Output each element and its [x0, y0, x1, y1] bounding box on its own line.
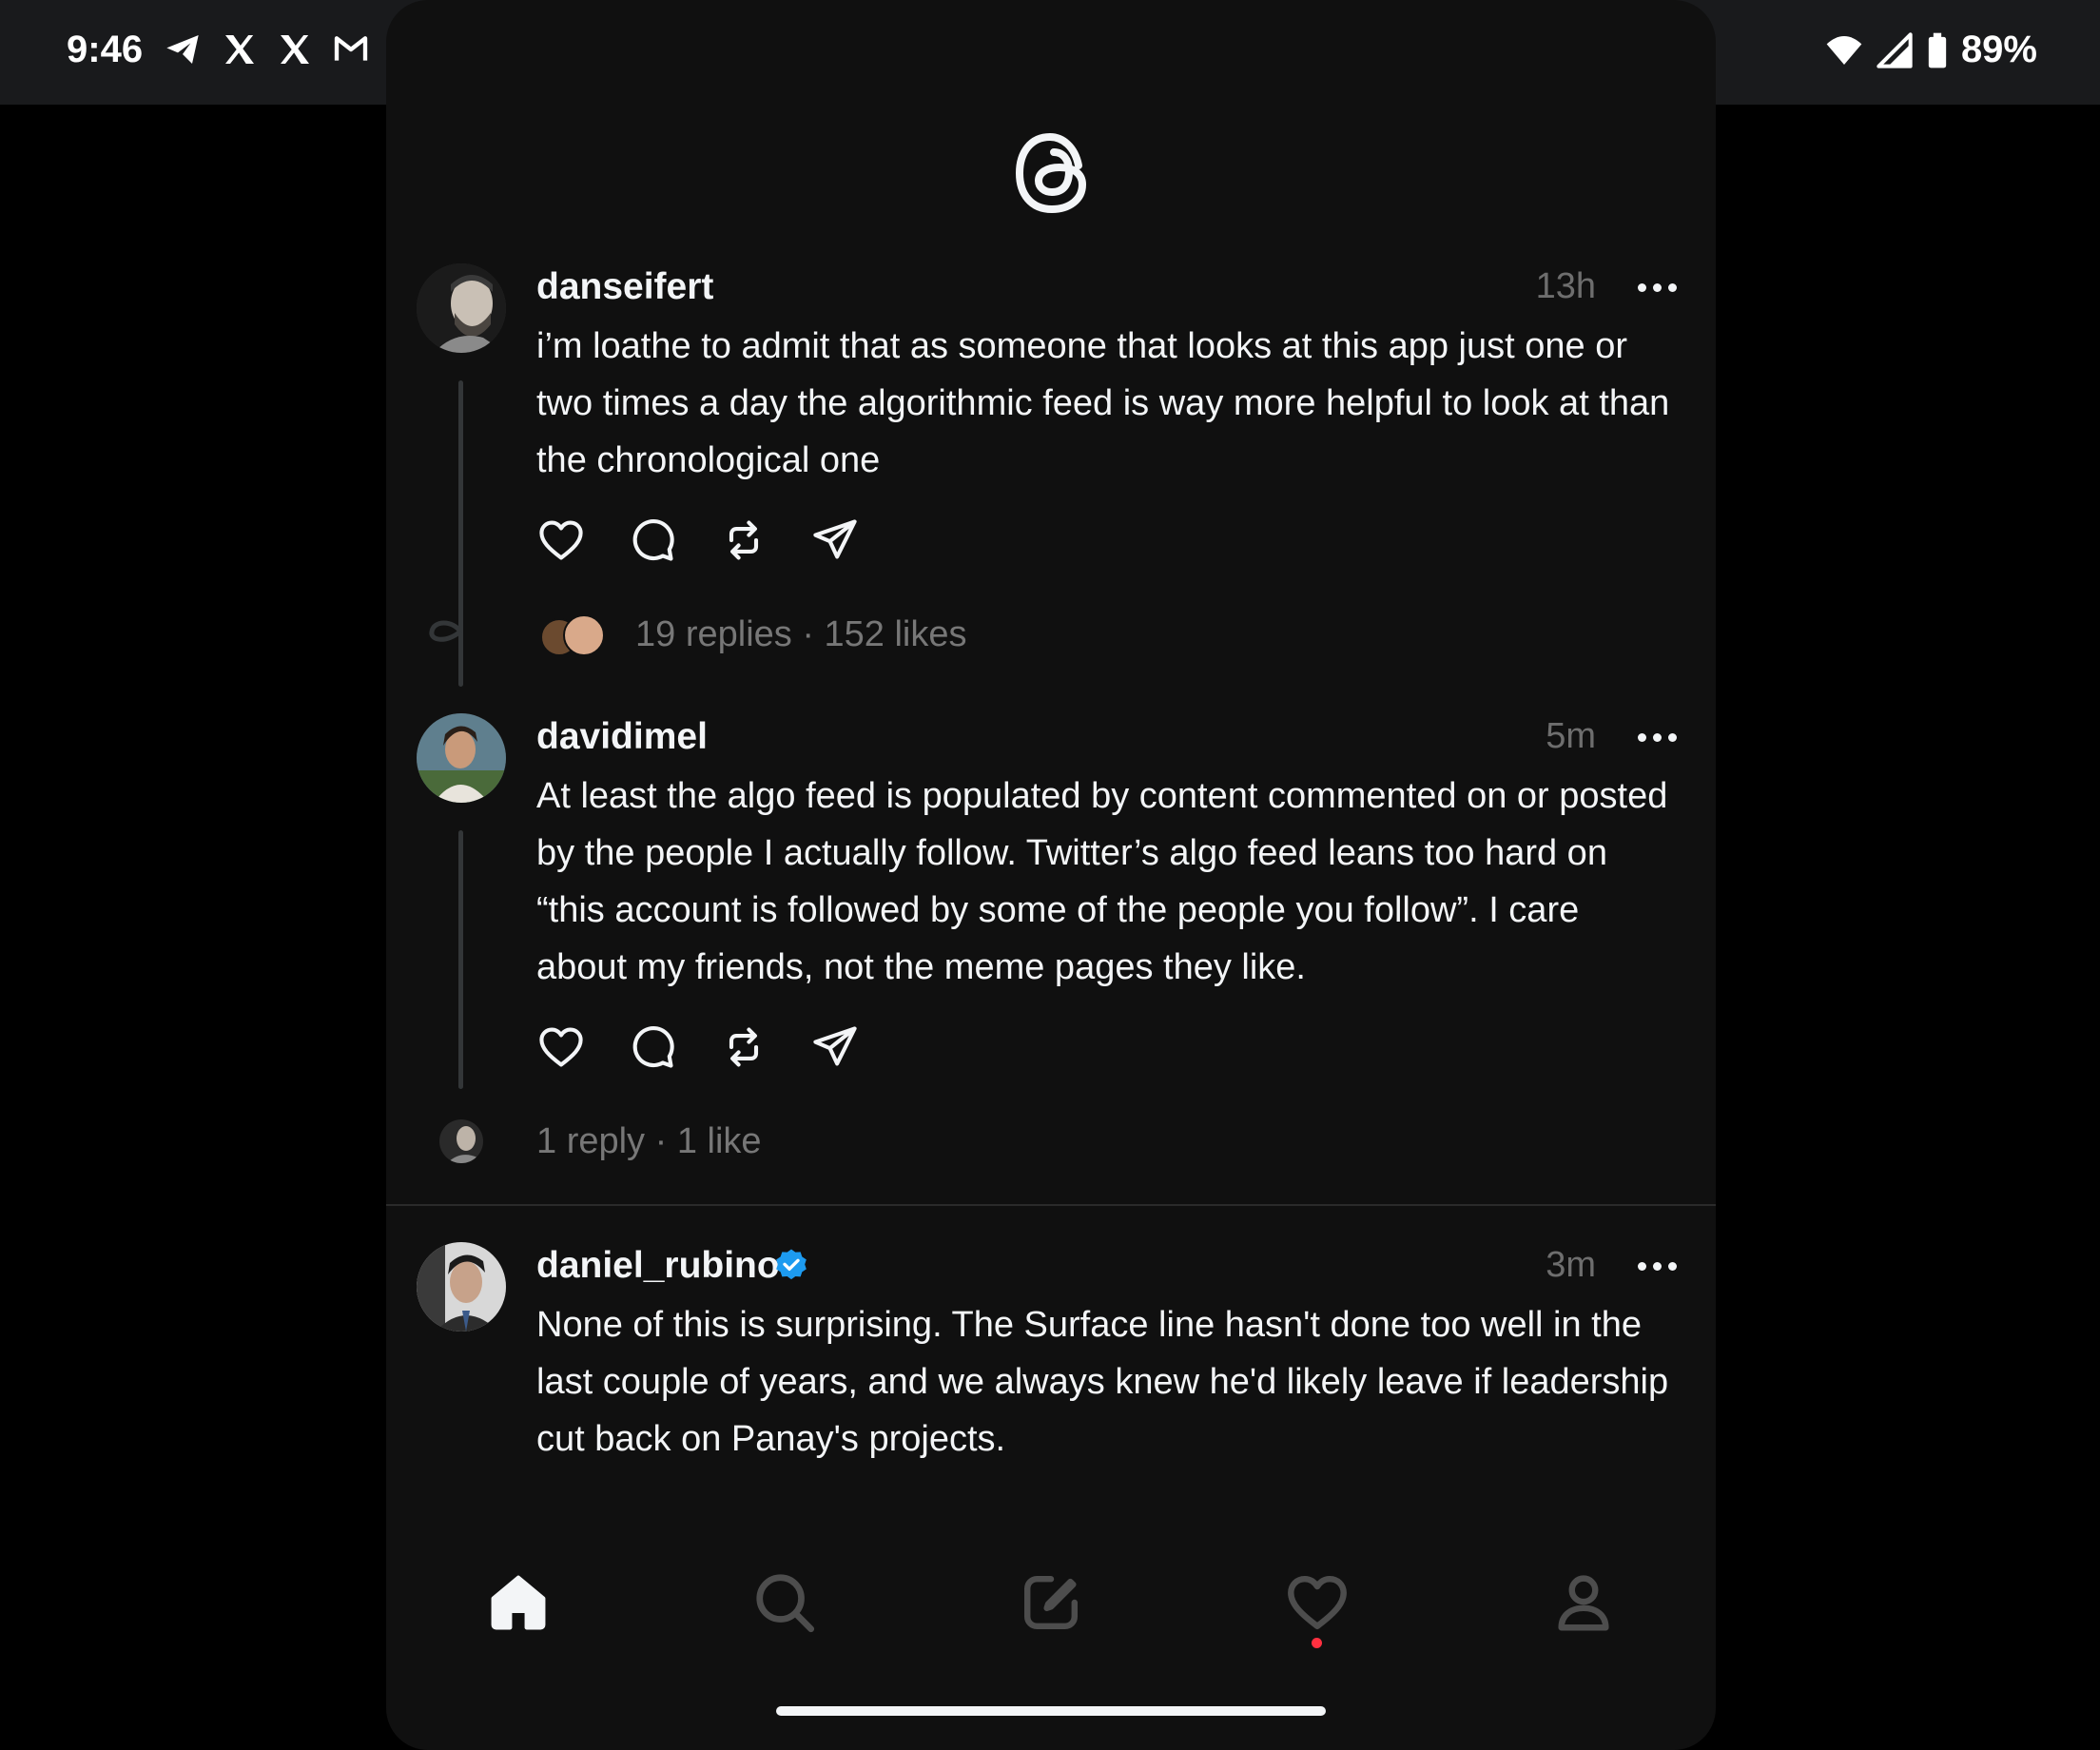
post-time: 3m [1546, 1245, 1596, 1285]
avatar-image [417, 1242, 506, 1332]
avatar[interactable] [417, 263, 506, 353]
reply-avatars [540, 614, 616, 656]
post-divider [386, 1204, 1716, 1206]
like-button[interactable] [536, 515, 586, 565]
more-options-button[interactable] [1638, 1262, 1678, 1272]
thread-line [458, 830, 463, 1089]
post-time: 13h [1535, 266, 1596, 306]
username[interactable]: daniel_rubino [536, 1245, 780, 1287]
status-time: 9:46 [67, 29, 144, 70]
post-time: 5m [1546, 716, 1596, 756]
repost-button[interactable] [719, 1022, 768, 1072]
notification-icons [162, 30, 407, 68]
reply-button[interactable] [628, 1022, 677, 1072]
avatar-image [417, 263, 506, 353]
telegram-icon [166, 35, 199, 64]
signal-icon [1876, 31, 1913, 68]
notification-dot [1312, 1638, 1322, 1648]
reply-button[interactable] [628, 515, 677, 565]
gmail-icon [334, 36, 368, 61]
avatar-image [447, 1126, 483, 1163]
post-actions [536, 515, 860, 565]
repost-button[interactable] [719, 515, 768, 565]
like-button[interactable] [536, 1022, 586, 1072]
battery-icon [1928, 32, 1947, 68]
post-text: i’m loathe to admit that as someone that… [536, 326, 1670, 480]
avatar[interactable] [417, 1242, 506, 1332]
wifi-icon [1826, 35, 1862, 65]
share-button[interactable] [810, 515, 860, 565]
bottom-navigation [386, 1560, 1716, 1655]
threads-logo-icon[interactable] [1010, 127, 1092, 219]
share-button[interactable] [810, 1022, 860, 1072]
post-stats[interactable]: 19 replies · 152 likes [635, 614, 967, 655]
x-icon [281, 35, 309, 64]
threads-app-window: danseifert 13h i’m loathe to admit that … [386, 0, 1716, 1750]
username[interactable]: danseifert [536, 266, 713, 308]
activity-heart-icon[interactable] [1284, 1569, 1351, 1636]
reply-avatar [439, 1119, 483, 1163]
system-icons: 89% [1824, 29, 2037, 71]
post-text: None of this is surprising. The Surface … [536, 1305, 1669, 1459]
x-icon [225, 35, 254, 64]
search-icon[interactable] [751, 1569, 818, 1636]
avatar[interactable] [417, 713, 506, 803]
post-stats[interactable]: 1 reply · 1 like [536, 1121, 762, 1162]
avatar-image [417, 713, 506, 803]
thread-curl-icon [429, 620, 463, 642]
username[interactable]: davidimel [536, 716, 708, 758]
gesture-home-bar[interactable] [776, 1706, 1326, 1716]
profile-icon[interactable] [1550, 1569, 1617, 1636]
post-text: At least the algo feed is populated by c… [536, 776, 1668, 987]
battery-percent: 89% [1960, 29, 2037, 70]
home-icon[interactable] [485, 1569, 552, 1636]
post-actions [536, 1022, 860, 1072]
verified-badge-icon [776, 1249, 807, 1280]
compose-icon[interactable] [1018, 1569, 1084, 1636]
more-options-button[interactable] [1638, 283, 1678, 293]
more-options-button[interactable] [1638, 733, 1678, 743]
